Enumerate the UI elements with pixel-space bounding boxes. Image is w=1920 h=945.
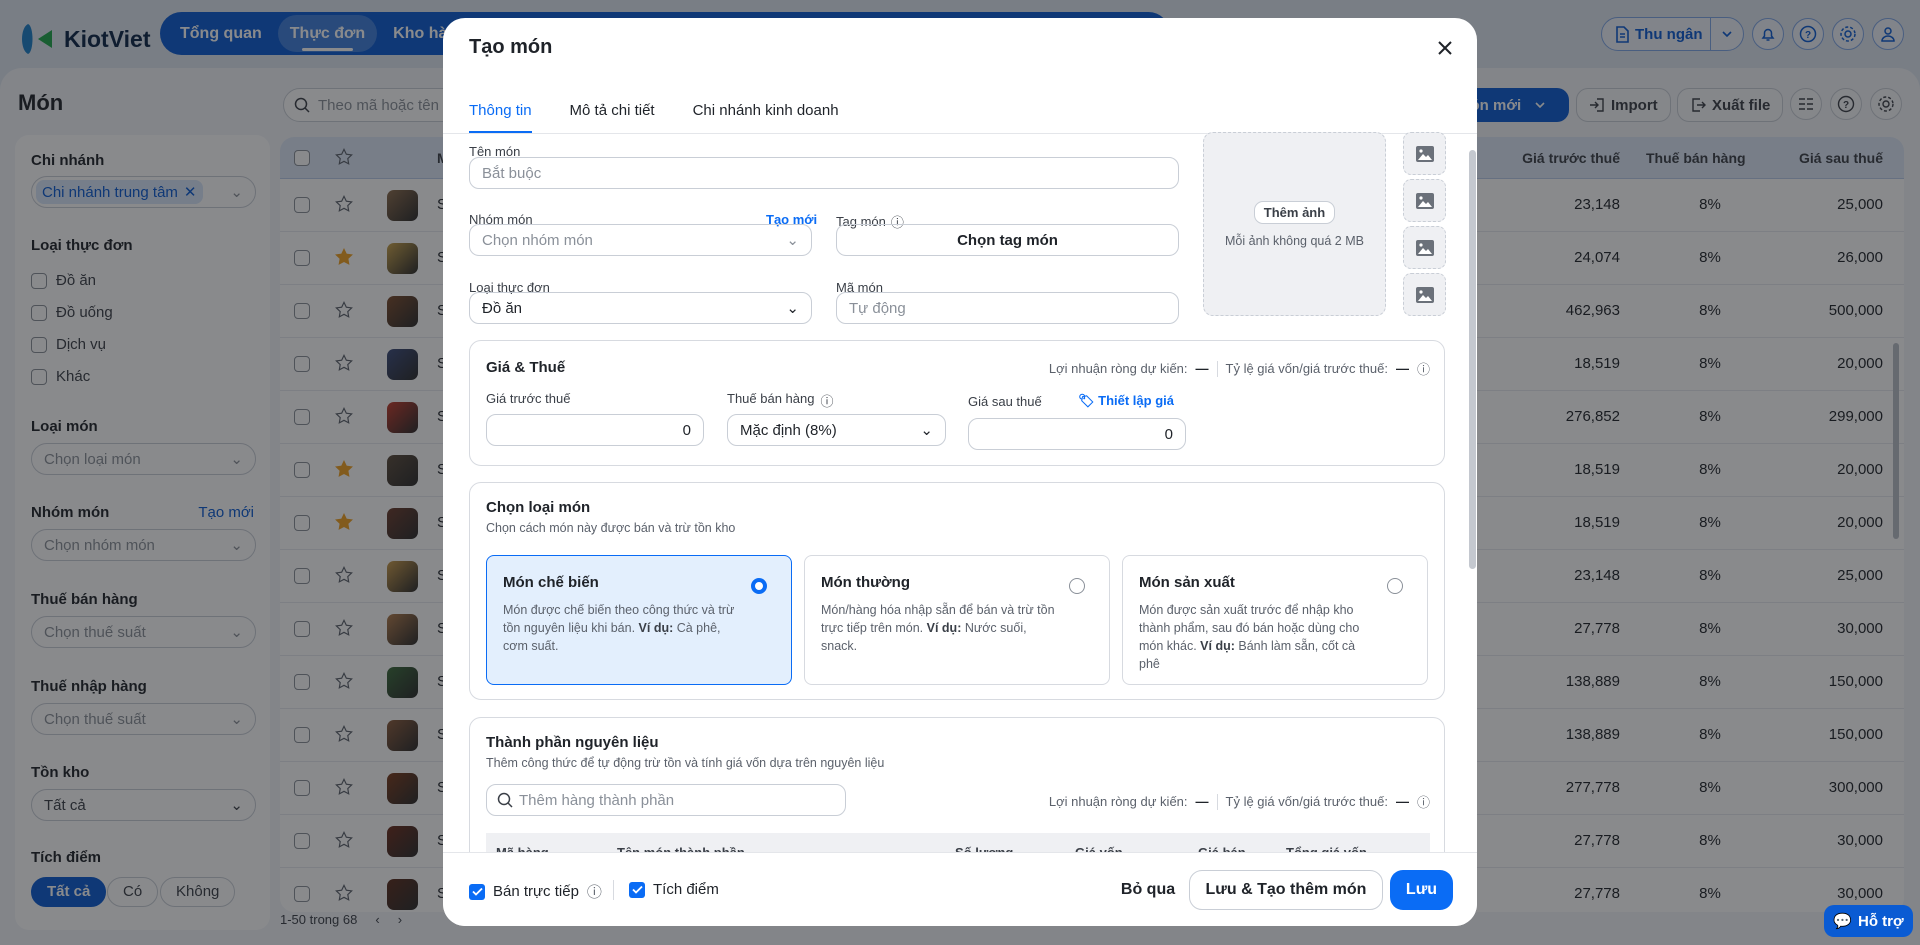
choose-tag-button[interactable]: Chọn tag món	[836, 224, 1179, 256]
image-slot-4[interactable]	[1403, 273, 1446, 316]
search-icon	[497, 792, 513, 808]
option-mon-che-bien[interactable]: Món chế biến Món được chế biến theo công…	[486, 555, 792, 685]
profit-label: Lợi nhuận ròng dự kiến:	[1048, 361, 1188, 376]
option-mon-san-xuat[interactable]: Món sản xuất Món được sản xuất trước để …	[1122, 555, 1428, 685]
direct-sale-checkbox[interactable]: Bán trực tiếp ⓘ	[469, 881, 602, 902]
example-label: Ví dụ:	[638, 621, 674, 635]
price-setup-link[interactable]: 🏷 Thiết lập giá	[1078, 393, 1174, 409]
select-value: Mặc định (8%)	[740, 421, 837, 439]
ingredient-metrics: Lợi nhuận ròng dự kiến: — Tỷ lệ giá vốn/g…	[1049, 792, 1430, 811]
modal-title: Tạo món	[469, 36, 553, 58]
option-mon-thuong[interactable]: Món thường Món/hàng hóa nhập sẵn để bán …	[804, 555, 1110, 685]
placeholder: Bắt buộc	[482, 164, 542, 182]
pricing-title: Giá & Thuế	[486, 359, 566, 376]
info-icon[interactable]: ⓘ	[1417, 792, 1430, 811]
image-note: Mỗi ảnh không quá 2 MB	[1225, 233, 1364, 248]
ingredient-search-input[interactable]: Thêm hàng thành phần	[486, 784, 846, 816]
option-title: Món chế biến	[503, 574, 599, 591]
image-icon	[1415, 239, 1434, 256]
item-kind-section: Chọn loại món Chọn cách món này được bán…	[469, 482, 1445, 700]
image-slot-1[interactable]	[1403, 132, 1446, 175]
radio-selected[interactable]	[751, 578, 767, 594]
tab-chi-nhanh[interactable]: Chi nhánh kinh doanh	[693, 102, 839, 134]
add-image-button[interactable]: Thêm ảnh	[1253, 200, 1336, 224]
chevron-down-icon: ⌄	[920, 422, 933, 439]
image-icon	[1415, 192, 1434, 209]
divider	[613, 880, 614, 900]
option-desc: Món được chế biến theo công thức và trừ …	[503, 601, 743, 655]
post-tax-label: Giá sau thuế	[968, 394, 1042, 409]
info-icon[interactable]: ⓘ	[820, 391, 833, 410]
pricing-section: Giá & Thuế Lợi nhuận ròng dự kiến: — Tỷ l…	[469, 340, 1445, 466]
modal-scrollbar[interactable]	[1469, 150, 1476, 569]
item-kind-subtitle: Chọn cách món này được bán và trừ tồn kh…	[486, 521, 736, 535]
save-and-new-button[interactable]: Lưu & Tạo thêm món	[1189, 870, 1383, 910]
radio[interactable]	[1387, 578, 1403, 594]
ingredients-subtitle: Thêm công thức để tự động trừ tồn và tín…	[486, 756, 885, 770]
tax-select[interactable]: Mặc định (8%) ⌄	[727, 414, 946, 446]
image-icon	[1415, 145, 1434, 162]
points-checkbox[interactable]: Tích điểm	[629, 881, 719, 898]
option-desc: Món được sản xuất trước để nhập kho thàn…	[1139, 601, 1379, 673]
placeholder: Thêm hàng thành phần	[519, 791, 675, 809]
post-tax-input[interactable]: 0	[968, 418, 1186, 450]
image-dropzone[interactable]: Thêm ảnh Mỗi ảnh không quá 2 MB	[1203, 132, 1386, 316]
image-slot-2[interactable]	[1403, 179, 1446, 222]
tab-thong-tin[interactable]: Thông tin	[469, 102, 532, 134]
price-setup-label: Thiết lập giá	[1098, 393, 1174, 408]
example-label: Ví dụ:	[1200, 639, 1235, 653]
info-icon[interactable]: ⓘ	[1417, 359, 1430, 378]
ratio-label: Tỷ lệ giá vốn/giá trước thuế:	[1225, 794, 1388, 809]
option-title: Món sản xuất	[1139, 574, 1235, 591]
profit-label: Lợi nhuận ròng dự kiến:	[1048, 794, 1188, 809]
option-title: Món thường	[821, 574, 910, 591]
placeholder: Chọn nhóm món	[482, 231, 593, 249]
chevron-down-icon: ⌄	[786, 300, 799, 317]
item-kind-title: Chọn loại món	[486, 499, 591, 516]
checkbox-checked-icon	[629, 881, 645, 898]
placeholder: Tự động	[849, 299, 906, 317]
support-label: Hỗ trợ	[1858, 912, 1904, 930]
direct-sale-label: Bán trực tiếp	[493, 883, 579, 900]
checkbox-checked-icon	[469, 883, 485, 900]
choose-tag-label: Chọn tag món	[957, 231, 1058, 249]
modal-footer: Bán trực tiếp ⓘ Tích điểm Bỏ qua Lưu & Tạ…	[443, 852, 1477, 926]
pricing-metrics: Lợi nhuận ròng dự kiến: — Tỷ lệ giá vốn/g…	[1049, 359, 1430, 378]
name-input[interactable]: Bắt buộc	[469, 157, 1179, 189]
close-icon[interactable]	[1437, 40, 1453, 56]
points-label: Tích điểm	[653, 881, 719, 898]
code-input[interactable]: Tự động	[836, 292, 1179, 324]
tag-icon: 🏷	[1078, 393, 1095, 408]
tax-label-text: Thuế bán hàng	[727, 391, 815, 406]
input-value: 0	[1164, 425, 1173, 443]
profit-value: —	[1195, 794, 1209, 809]
info-icon[interactable]: ⓘ	[587, 881, 602, 902]
chat-icon: 💬	[1833, 913, 1852, 930]
ratio-label: Tỷ lệ giá vốn/giá trước thuế:	[1225, 361, 1388, 376]
profit-value: —	[1195, 361, 1209, 376]
chevron-down-icon: ⌄	[786, 232, 799, 249]
group-select[interactable]: Chọn nhóm món ⌄	[469, 224, 812, 256]
select-value: Đồ ăn	[482, 299, 523, 317]
ratio-value: —	[1395, 794, 1409, 809]
tax-label: Thuế bán hàng ⓘ	[727, 391, 833, 410]
option-desc: Món/hàng hóa nhập sẵn để bán và trừ tồn …	[821, 601, 1061, 655]
save-button[interactable]: Lưu	[1390, 870, 1453, 910]
menu-type-select[interactable]: Đồ ăn ⌄	[469, 292, 812, 324]
modal-tabs: Thông tin Mô tả chi tiết Chi nhánh kinh …	[469, 102, 839, 134]
ratio-value: —	[1395, 361, 1409, 376]
example-label: Ví dụ:	[926, 621, 962, 635]
pre-tax-input[interactable]: 0	[486, 414, 704, 446]
ingredients-title: Thành phần nguyên liệu	[486, 734, 659, 751]
image-icon	[1415, 286, 1434, 303]
create-item-modal: Tạo món Thông tin Mô tả chi tiết Chi nhá…	[443, 18, 1477, 926]
input-value: 0	[682, 421, 691, 439]
tab-mo-ta[interactable]: Mô tả chi tiết	[570, 102, 655, 134]
skip-button[interactable]: Bỏ qua	[1103, 870, 1193, 910]
image-slot-3[interactable]	[1403, 226, 1446, 269]
support-button[interactable]: 💬 Hỗ trợ	[1824, 905, 1913, 937]
pre-tax-label: Giá trước thuế	[486, 391, 571, 406]
radio[interactable]	[1069, 578, 1085, 594]
